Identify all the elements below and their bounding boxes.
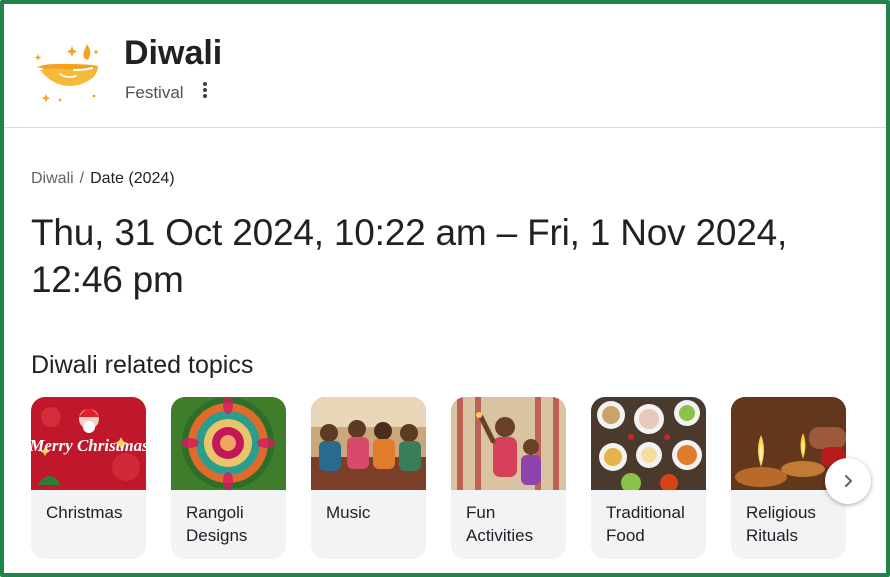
- topic-card-fun-activities[interactable]: Fun Activities: [451, 397, 566, 559]
- fun-activities-thumbnail: [451, 397, 566, 490]
- topic-card-label: Traditional Food: [606, 503, 685, 545]
- topic-card-label: Fun Activities: [466, 503, 534, 545]
- breadcrumb-separator: /: [79, 170, 85, 187]
- topic-card-christmas[interactable]: Merry Christmas Christmas: [31, 397, 146, 559]
- topic-card-label: Religious Rituals: [746, 503, 816, 545]
- breadcrumb-current: Date (2024): [90, 170, 175, 187]
- topic-card-traditional-food[interactable]: Traditional Food: [591, 397, 706, 559]
- entity-type-label: Festival: [125, 83, 184, 102]
- knowledge-panel: Diwali Festival Diwali / Date (2024) Thu, …: [0, 0, 890, 577]
- page-title: Diwali: [124, 34, 223, 72]
- chevron-right-icon: [845, 475, 852, 487]
- music-thumbnail: [311, 397, 426, 490]
- breadcrumb: Diwali / Date (2024): [31, 170, 175, 188]
- panel-header: Diwali Festival: [4, 4, 886, 128]
- diya-lamp-icon: [34, 44, 98, 103]
- topic-card-label: Music: [326, 503, 371, 522]
- carousel-next-button[interactable]: [825, 458, 871, 504]
- breadcrumb-root-link[interactable]: Diwali: [31, 170, 74, 187]
- related-topics-heading: Diwali related topics: [31, 351, 254, 379]
- topic-card-label: Rangoli Designs: [186, 503, 248, 545]
- christmas-thumbnail-text: Merry Christmas: [31, 436, 146, 455]
- topic-card-music[interactable]: Music: [311, 397, 426, 559]
- christmas-thumbnail: Merry Christmas: [31, 397, 146, 490]
- related-topics-carousel: Merry Christmas Christmas Rangoli Design…: [31, 397, 871, 559]
- traditional-food-thumbnail: [591, 397, 706, 490]
- topic-card-rangoli-designs[interactable]: Rangoli Designs: [171, 397, 286, 559]
- more-vert-icon[interactable]: [197, 80, 213, 102]
- rangoli-thumbnail: [171, 397, 286, 490]
- topic-card-label: Christmas: [46, 503, 123, 522]
- date-answer: Thu, 31 Oct 2024, 10:22 am – Fri, 1 Nov …: [31, 212, 788, 300]
